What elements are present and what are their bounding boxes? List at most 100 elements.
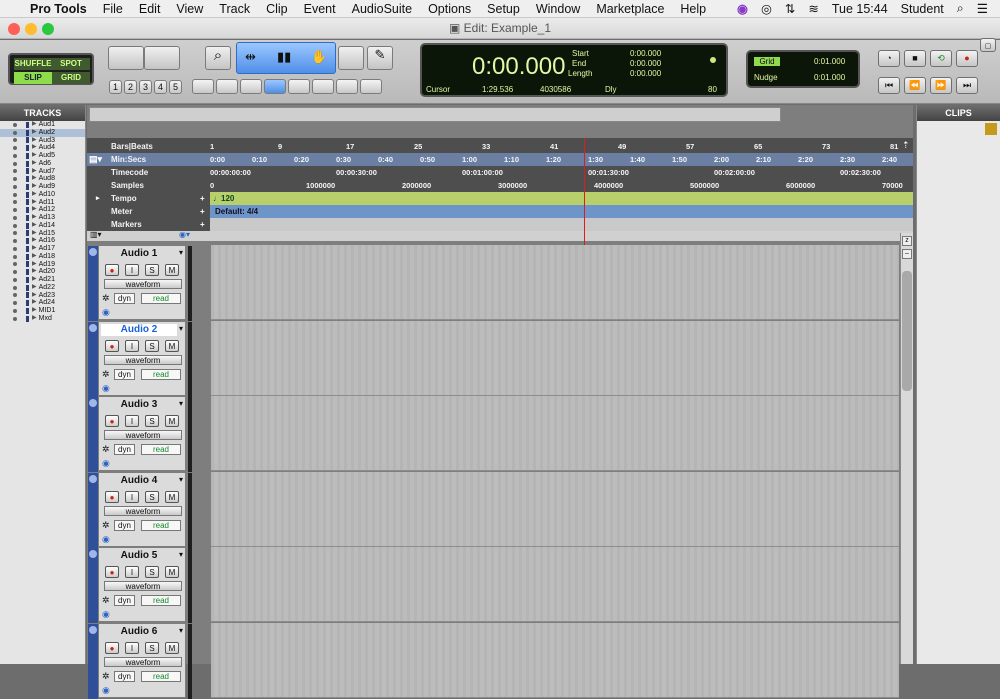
track-name[interactable]: Audio 1 <box>101 248 177 260</box>
automation-mode-selector[interactable]: read <box>141 671 181 682</box>
track-header[interactable]: Audio 2 ▾ ● I S Mwaveform ✲ dyn read ◉ <box>88 320 192 397</box>
show-hide-icon[interactable] <box>13 254 17 259</box>
vertical-zoom-icon[interactable] <box>144 46 180 70</box>
vertical-scrollbar[interactable]: z – <box>900 233 913 664</box>
automation-mode-selector[interactable]: read <box>141 444 181 456</box>
track-list-item[interactable]: ▶ MID1 <box>0 307 85 315</box>
solo-button[interactable]: S <box>145 642 159 654</box>
track-list-item[interactable]: ▶ Aud5 <box>0 152 85 160</box>
mute-button[interactable]: M <box>165 490 179 503</box>
track-view-selector[interactable]: waveform <box>104 354 182 365</box>
timebase-icon[interactable]: ◉ <box>102 307 110 318</box>
slip-mode-button[interactable]: SLIP <box>14 72 52 84</box>
timebase-icon[interactable]: ◉ <box>102 534 110 545</box>
length-value[interactable]: 0:00.000 <box>630 69 661 78</box>
track-list-item[interactable]: ▶ Aud8 <box>0 175 85 183</box>
link-track-icon[interactable] <box>336 79 358 94</box>
menu-item[interactable]: Edit <box>139 2 161 16</box>
show-hide-icon[interactable] <box>13 122 17 127</box>
solo-button[interactable]: S <box>145 339 159 352</box>
show-hide-icon[interactable] <box>13 316 17 321</box>
playlist-button[interactable]: dyn <box>114 368 135 380</box>
track-playlist-lane[interactable] <box>211 547 899 623</box>
show-hide-icon[interactable] <box>13 246 17 251</box>
track-list-item[interactable]: ▶ Aud9 <box>0 183 85 191</box>
elastic-audio-icon[interactable]: ✲ <box>102 671 110 682</box>
track-list-item[interactable]: ▶ Aud2 <box>0 128 85 137</box>
menu-item[interactable]: AudioSuite <box>352 2 412 16</box>
solo-button[interactable]: S <box>145 490 159 503</box>
track-view-selector[interactable]: waveform <box>104 581 182 592</box>
track-view-icon[interactable]: ◉▾ <box>179 230 190 239</box>
track-name-dropdown-icon[interactable]: ▾ <box>179 626 183 635</box>
track-list-item[interactable]: ▶ Ad21 <box>0 276 85 284</box>
track-expand-icon[interactable] <box>89 323 97 332</box>
input-monitor-button[interactable]: I <box>125 339 139 352</box>
show-hide-icon[interactable] <box>13 192 17 197</box>
grid-value[interactable]: 0:01.000 <box>814 57 845 66</box>
zoom-preset-button[interactable]: 4 <box>154 80 167 94</box>
mute-button[interactable]: M <box>165 339 179 352</box>
track-list-item[interactable]: ▶ Aud4 <box>0 144 85 152</box>
zoomer-tool-icon[interactable]: ⌕ <box>205 46 231 70</box>
show-hide-icon[interactable] <box>13 169 17 174</box>
tab-to-transients-icon[interactable] <box>192 79 214 94</box>
timebase-icon[interactable]: ◉ <box>102 383 110 394</box>
keyboard-focus-icon[interactable] <box>288 79 310 94</box>
menu-item[interactable]: Setup <box>487 2 520 16</box>
menu-item[interactable]: Clip <box>266 2 288 16</box>
app-menu[interactable]: Pro Tools <box>30 2 87 16</box>
track-list-item[interactable]: ▶ Ad10 <box>0 191 85 199</box>
track-name[interactable]: Audio 4 <box>101 475 177 487</box>
menu-item[interactable]: Marketplace <box>596 2 664 16</box>
meter-marker[interactable]: Default: 4/4 <box>215 205 258 218</box>
wifi-icon[interactable]: ≋ <box>808 1 818 16</box>
tempo-ruler[interactable]: ▸ Tempo + ♩120 <box>87 192 913 205</box>
track-list-item[interactable]: ▶ Ad13 <box>0 214 85 222</box>
track-list-item[interactable]: ▶ Aud3 <box>0 137 85 145</box>
markers-ruler[interactable]: Markers + <box>87 218 913 231</box>
add-marker-icon[interactable]: + <box>200 218 205 231</box>
record-button[interactable]: ● <box>956 50 978 67</box>
automation-mode-selector[interactable]: read <box>141 595 181 607</box>
show-hide-icon[interactable] <box>13 293 17 298</box>
shuffle-mode-button[interactable]: SHUFFLE <box>14 58 52 70</box>
menu-item[interactable]: Track <box>219 2 250 16</box>
start-value[interactable]: 0:00.000 <box>630 49 661 58</box>
horizontal-zoom-icon[interactable] <box>108 46 144 70</box>
record-enable-button[interactable]: ● <box>105 642 119 654</box>
ruler-menu-icon[interactable]: ▤▾ <box>89 153 102 166</box>
track-playlist-lane[interactable] <box>211 320 899 396</box>
track-list-item[interactable]: ▶ Ad23 <box>0 292 85 300</box>
record-enable-button[interactable]: ● <box>105 339 119 352</box>
main-counter-value[interactable]: 0:00.000 <box>472 53 565 81</box>
track-list-item[interactable]: ▶ Ad14 <box>0 222 85 230</box>
close-window-button[interactable] <box>8 23 20 35</box>
zoom-toggle-icon[interactable] <box>312 79 334 94</box>
tempo-marker[interactable]: ♩120 <box>213 192 234 205</box>
show-hide-icon[interactable] <box>13 184 17 189</box>
track-name-dropdown-icon[interactable]: ▾ <box>179 324 183 333</box>
menu-item[interactable]: View <box>176 2 203 16</box>
track-expand-icon[interactable] <box>89 248 97 256</box>
stop-button[interactable]: ■ <box>904 50 926 67</box>
elastic-audio-icon[interactable]: ✲ <box>102 369 110 380</box>
timebase-icon[interactable]: ◉ <box>102 458 110 469</box>
show-hide-icon[interactable] <box>13 285 17 290</box>
network-icon[interactable]: ⇅ <box>785 1 795 16</box>
user-name[interactable]: Student <box>901 2 944 16</box>
show-hide-icon[interactable] <box>13 215 17 220</box>
playlist-button[interactable]: dyn <box>114 519 135 531</box>
bars-beats-ruler[interactable]: Bars|Beats 1 9 17 25 33 41 49 57 65 73 81 <box>87 140 913 153</box>
track-name[interactable]: Audio 6 <box>101 626 177 638</box>
menu-item[interactable]: File <box>103 2 123 16</box>
track-playlist-lane[interactable] <box>211 623 899 698</box>
input-monitor-button[interactable]: I <box>125 490 139 503</box>
track-view-selector[interactable]: waveform <box>104 430 182 441</box>
show-hide-icon[interactable] <box>13 308 17 313</box>
elastic-audio-icon[interactable]: ✲ <box>102 293 110 304</box>
track-list-item[interactable]: ▶ Ad18 <box>0 253 85 261</box>
track-view-selector[interactable]: waveform <box>104 505 182 516</box>
track-name[interactable]: Audio 2 <box>101 323 177 336</box>
clips-menu-icon[interactable] <box>985 123 997 135</box>
